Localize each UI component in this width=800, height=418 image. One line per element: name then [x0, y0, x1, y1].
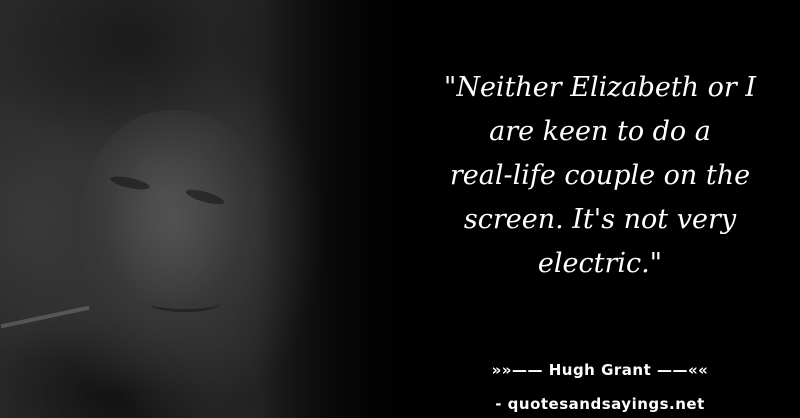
quote-author: »»—— Hugh Grant ——««	[491, 361, 709, 379]
quote-line: screen. It's not very	[463, 204, 737, 235]
collar-highlight	[0, 305, 90, 329]
quote-text: "Neither Elizabeth or I are keen to do a…	[400, 66, 800, 286]
quote-line: electric."	[537, 248, 663, 279]
quote-line: real-life couple on the	[449, 160, 751, 191]
quote-card: "Neither Elizabeth or I are keen to do a…	[0, 0, 800, 418]
mouth-shadow	[150, 295, 220, 312]
quote-line: are keen to do a	[489, 116, 711, 147]
quote-line: "Neither Elizabeth or I	[443, 72, 757, 103]
source-attribution: - quotesandsayings.net	[495, 395, 705, 413]
photo-fade	[260, 0, 420, 418]
portrait-photo	[0, 0, 420, 418]
